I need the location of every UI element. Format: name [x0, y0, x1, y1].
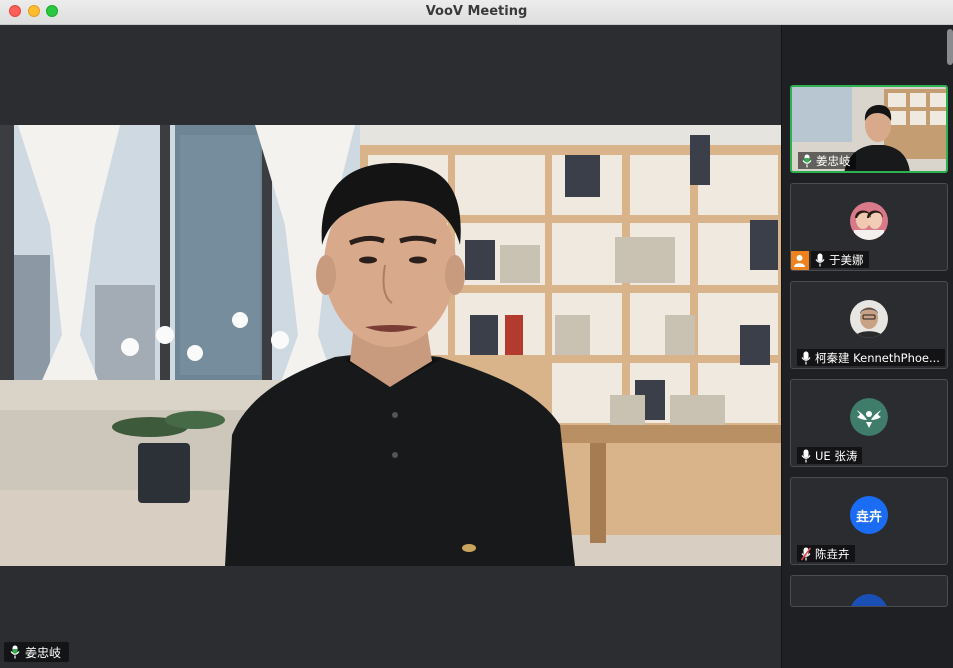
avatar	[850, 300, 888, 338]
mic-icon	[801, 449, 811, 462]
mic-active-icon	[10, 645, 20, 659]
window-title: VooV Meeting	[425, 4, 528, 19]
video-feed	[0, 125, 781, 566]
title-bar: VooV Meeting	[0, 0, 953, 25]
participant-tile[interactable]: UE 张涛	[790, 379, 948, 467]
participant-name-tag: 于美娜	[811, 251, 869, 268]
participant-name-tag: 姜忠岐	[798, 152, 856, 169]
avatar	[850, 594, 888, 606]
host-badge-icon	[791, 251, 809, 270]
avatar	[850, 398, 888, 436]
main-speaker-name: 姜忠岐	[25, 645, 62, 660]
sidebar-scrollbar[interactable]	[947, 29, 953, 65]
participant-name: 于美娜	[829, 252, 864, 267]
main-speaker-video[interactable]	[0, 125, 781, 566]
main-stage: 姜忠岐	[0, 25, 781, 668]
participant-name-tag: 陈垚卉	[797, 545, 855, 562]
participant-name: 柯秦建 KennethPhoe...	[815, 350, 940, 365]
participant-name-tag: UE 张涛	[797, 447, 863, 464]
participants-sidebar[interactable]: 姜忠岐 于美娜 柯秦建 KennethPhoe... UE 张涛 垚卉 陈垚卉	[781, 25, 953, 668]
mic-icon	[801, 351, 811, 364]
participant-tile[interactable]	[790, 575, 948, 607]
avatar	[850, 202, 888, 240]
participant-tile[interactable]: 柯秦建 KennethPhoe...	[790, 281, 948, 369]
participant-tile[interactable]: 于美娜	[790, 183, 948, 271]
avatar: 垚卉	[850, 496, 888, 534]
participant-name: 姜忠岐	[816, 153, 851, 168]
mic-active-icon	[802, 154, 812, 167]
participant-tile[interactable]: 垚卉 陈垚卉	[790, 477, 948, 565]
participant-name: 陈垚卉	[815, 546, 850, 561]
participant-tile[interactable]: 姜忠岐	[790, 85, 948, 173]
main-speaker-name-tag: 姜忠岐	[4, 642, 70, 662]
participant-name-tag: 柯秦建 KennethPhoe...	[797, 349, 945, 366]
participant-name: UE 张涛	[815, 448, 858, 463]
mic-icon	[815, 253, 825, 266]
mic-muted-icon	[801, 547, 811, 560]
